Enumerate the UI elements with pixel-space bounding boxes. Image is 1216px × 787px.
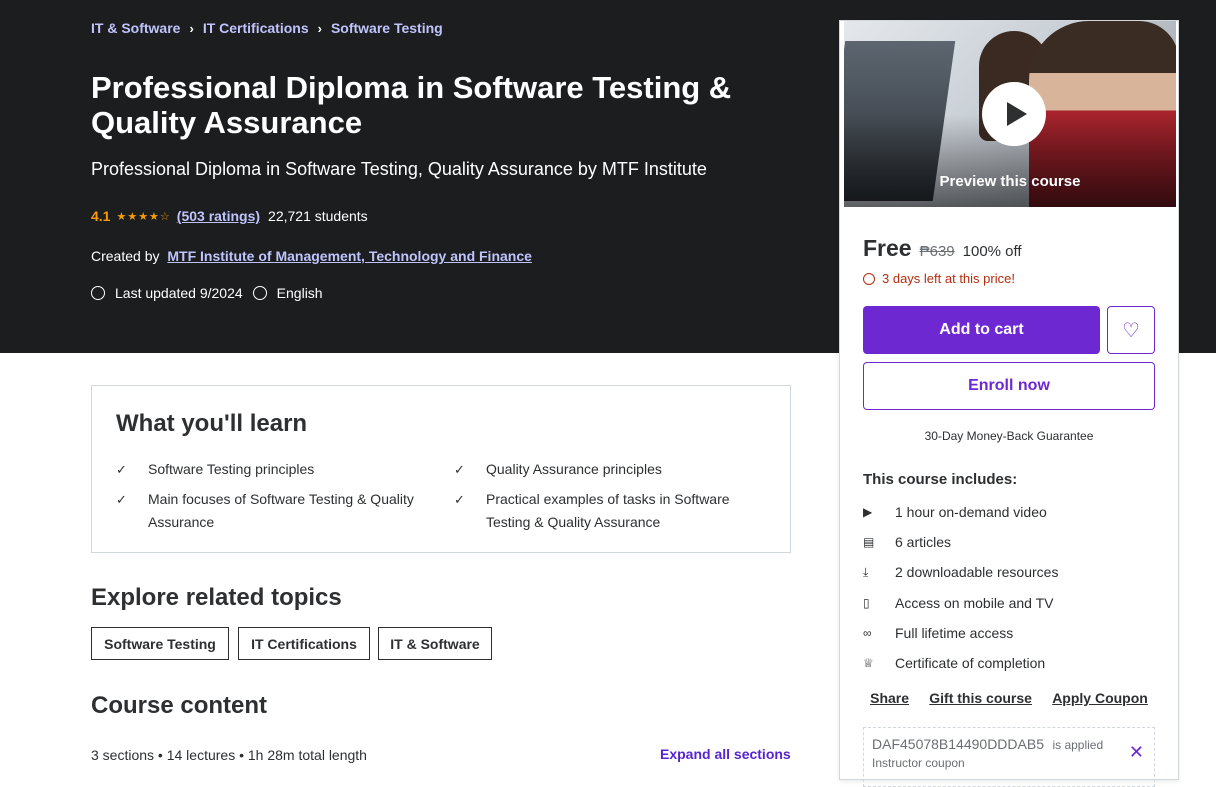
timer-text: 3 days left at this price! (882, 271, 1015, 286)
remove-coupon-icon[interactable]: ✕ (1129, 742, 1144, 763)
include-label: 1 hour on-demand video (895, 504, 1047, 520)
learn-item-text: Software Testing principles (148, 461, 315, 477)
created-by-label: Created by (91, 248, 160, 264)
include-label: 6 articles (895, 534, 952, 550)
what-you-learn-box: What you'll learn ✓ Software Testing pri… (91, 385, 791, 553)
discount-percent: 100% off (962, 243, 1022, 260)
topic-pill[interactable]: IT Certifications (238, 627, 370, 660)
course-content-meta: 3 sections • 14 lectures • 1h 28m total … (91, 747, 367, 763)
price-row: Free ₱639 100% off (863, 235, 1022, 262)
includes-title: This course includes: (863, 471, 1018, 488)
author-link[interactable]: MTF Institute of Management, Technology … (167, 248, 532, 264)
course-title: Professional Diploma in Software Testing… (91, 70, 732, 140)
learn-item: ✓ Quality Assurance principles (454, 458, 774, 481)
apply-coupon-button[interactable]: Apply Coupon (1052, 690, 1148, 706)
last-updated: Last updated 9/2024 (115, 285, 243, 301)
check-icon: ✓ (116, 462, 127, 477)
infinity-icon: ∞ (863, 626, 872, 640)
student-count: 22,721 students (268, 208, 368, 224)
include-label: Full lifetime access (895, 625, 1014, 641)
breadcrumb-item[interactable]: Software Testing (331, 20, 443, 36)
learn-item: ✓ Practical examples of tasks in Softwar… (454, 488, 754, 534)
learn-item: ✓ Software Testing principles (116, 458, 436, 481)
related-topics-title: Explore related topics (91, 584, 342, 611)
trophy-icon: ♕ (863, 656, 874, 670)
expand-all-button[interactable]: Expand all sections (660, 746, 791, 762)
breadcrumb-item[interactable]: IT & Software (91, 20, 180, 36)
learn-item-text: Main focuses of Software Testing & Quali… (148, 491, 414, 530)
topic-pill[interactable]: IT & Software (378, 627, 492, 660)
heart-icon: ♡ (1122, 319, 1140, 342)
check-icon: ✓ (116, 492, 127, 507)
language: English (276, 285, 323, 301)
learn-item-text: Practical examples of tasks in Software … (486, 491, 730, 530)
include-label: Access on mobile and TV (895, 595, 1054, 611)
chevron-right-icon: › (317, 20, 322, 36)
applied-coupon-box: DAF45078B14490DDDAB5 is applied Instruct… (863, 727, 1155, 787)
add-to-cart-button[interactable]: Add to cart (863, 306, 1100, 354)
chevron-right-icon: › (189, 20, 194, 36)
include-item: ⤓ 2 downloadable resources (863, 564, 1058, 580)
include-item: ♕ Certificate of completion (863, 655, 1045, 671)
current-price: Free (863, 235, 912, 261)
learn-title: What you'll learn (116, 410, 308, 437)
include-item: ▤ 6 articles (863, 534, 951, 550)
sidebar-actions: Share Gift this course Apply Coupon (840, 690, 1178, 706)
created-by: Created by MTF Institute of Management, … (91, 248, 532, 264)
include-item: ∞ Full lifetime access (863, 625, 1013, 641)
topic-pill[interactable]: Software Testing (91, 627, 229, 660)
coupon-type: Instructor coupon (872, 756, 965, 770)
coupon-code: DAF45078B14490DDDAB5 (872, 736, 1044, 752)
breadcrumb: IT & Software › IT Certifications › Soft… (91, 20, 443, 36)
money-back-guarantee: 30-Day Money-Back Guarantee (924, 429, 1094, 443)
include-label: Certificate of completion (895, 655, 1046, 671)
rating-value: 4.1 (91, 208, 111, 224)
include-item: ▯ Access on mobile and TV (863, 595, 1054, 611)
ratings-link[interactable]: (503 ratings) (177, 208, 260, 224)
original-price: ₱639 (919, 243, 955, 260)
breadcrumb-item[interactable]: IT Certifications (203, 20, 309, 36)
rating-row: 4.1 ★★★★☆ (503 ratings) 22,721 students (91, 208, 368, 224)
course-content-title: Course content (91, 692, 268, 719)
wishlist-button[interactable]: ♡ (1107, 306, 1155, 354)
video-icon: ▶ (863, 505, 873, 519)
globe-icon (252, 286, 267, 300)
course-subtitle: Professional Diploma in Software Testing… (91, 159, 707, 179)
mobile-icon: ▯ (863, 596, 870, 610)
course-meta: Last updated 9/2024 English (91, 285, 323, 301)
course-preview-video[interactable]: Preview this course (844, 21, 1176, 207)
learn-item: ✓ Main focuses of Software Testing & Qua… (116, 488, 416, 534)
price-timer: 3 days left at this price! (863, 271, 1015, 286)
include-item: ▶ 1 hour on-demand video (863, 504, 1047, 520)
enroll-now-button[interactable]: Enroll now (863, 362, 1155, 410)
article-icon: ▤ (863, 535, 875, 549)
star-rating-icon: ★★★★☆ (116, 210, 171, 223)
preview-label: Preview this course (939, 173, 1081, 190)
purchase-sidebar: Preview this course Free ₱639 100% off 3… (839, 20, 1179, 787)
check-icon: ✓ (454, 492, 465, 507)
alert-clock-icon (91, 286, 105, 300)
check-icon: ✓ (454, 462, 465, 477)
download-icon: ⤓ (863, 564, 869, 579)
coupon-applied-label: is applied (1052, 738, 1104, 752)
include-label: 2 downloadable resources (895, 564, 1059, 580)
share-button[interactable]: Share (870, 690, 909, 706)
gift-course-button[interactable]: Gift this course (929, 690, 1032, 706)
play-icon[interactable] (982, 82, 1046, 146)
learn-item-text: Quality Assurance principles (486, 461, 662, 477)
alarm-clock-icon (863, 272, 875, 285)
